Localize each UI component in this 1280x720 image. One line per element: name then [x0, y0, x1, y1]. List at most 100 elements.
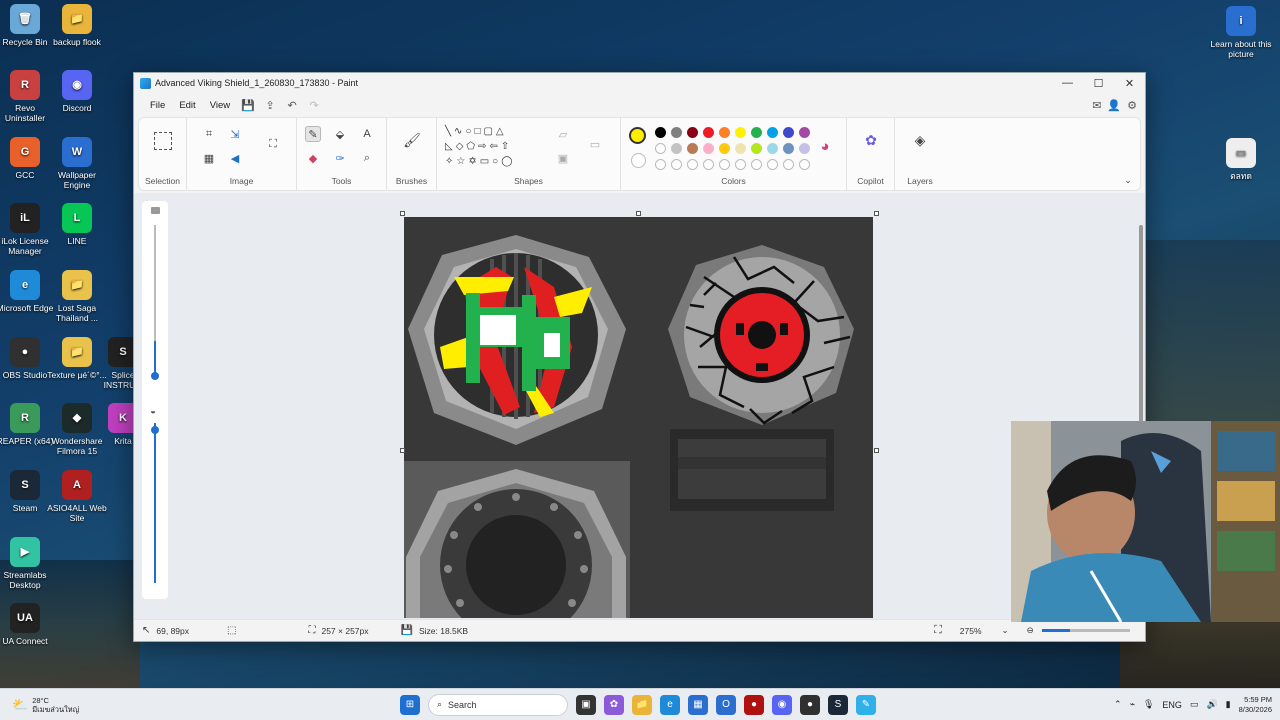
menu-file[interactable]: File — [143, 97, 172, 114]
chevron-up-icon[interactable]: ⌃ — [1114, 699, 1122, 710]
desktop-icon[interactable]: 📁 backup flook — [46, 4, 108, 47]
battery-icon[interactable]: ▮ — [1226, 699, 1231, 710]
color-swatch[interactable] — [687, 127, 698, 138]
color-swatch[interactable] — [719, 127, 730, 138]
color-swatch[interactable] — [671, 127, 682, 138]
color-swatch[interactable] — [719, 143, 730, 154]
share-icon[interactable]: ⇪ — [259, 99, 281, 112]
desktop-icon[interactable]: 📁 Lost Saga Thailand ... — [46, 270, 108, 323]
task-view-icon[interactable]: ▣ — [576, 694, 596, 715]
select-icon[interactable] — [154, 132, 172, 150]
copilot-taskbar-icon[interactable]: ✿ — [604, 694, 624, 715]
color-swatch[interactable] — [783, 127, 794, 138]
color-swatch[interactable] — [703, 127, 714, 138]
desktop-icon[interactable]: A ASIO4ALL Web Site — [46, 470, 108, 523]
edit-colors-icon[interactable]: ◕ — [817, 138, 833, 155]
shape-style-icon[interactable]: ▭ — [587, 136, 603, 152]
scrollbar-thumb[interactable] — [1139, 225, 1143, 425]
zoom-dropdown-icon[interactable]: ⌄ — [1002, 625, 1009, 636]
zoom-slider[interactable] — [1041, 629, 1130, 632]
color-swatch[interactable] — [767, 127, 778, 138]
clock[interactable]: 5:59 PM 8/30/2026 — [1239, 695, 1272, 715]
resize-handle[interactable] — [636, 211, 641, 216]
menu-edit[interactable]: Edit — [172, 97, 202, 114]
opacity-slider-track[interactable] — [154, 423, 156, 583]
resize-handle[interactable] — [874, 448, 879, 453]
secondary-color-swatch[interactable] — [631, 153, 646, 168]
chevron-down-icon[interactable]: ⌄ — [1120, 172, 1136, 188]
color-swatch[interactable] — [783, 143, 794, 154]
resize-handle[interactable] — [400, 211, 405, 216]
size-slider-thumb[interactable] — [151, 372, 159, 380]
desktop-icon[interactable]: W Wallpaper Engine — [46, 137, 108, 190]
resize-handle[interactable] — [400, 448, 405, 453]
fit-to-window-icon[interactable]: ⛶ — [934, 624, 942, 637]
color-swatch[interactable] — [703, 143, 714, 154]
weather-widget[interactable]: ⛅ 28°C มีเมฆส่วนใหญ่ — [12, 696, 79, 714]
custom-color-slot[interactable] — [687, 159, 698, 170]
opacity-slider-thumb[interactable] — [151, 426, 159, 434]
network-icon[interactable]: ⌁ — [1130, 699, 1135, 710]
custom-color-slot[interactable] — [719, 159, 730, 170]
learn-about-picture-icon[interactable]: i Learn about this picture — [1210, 6, 1272, 59]
eraser-icon[interactable]: ◆ — [305, 150, 321, 166]
text-icon[interactable]: A — [359, 126, 375, 142]
color-swatch[interactable] — [687, 143, 698, 154]
custom-color-slot[interactable] — [671, 159, 682, 170]
menu-view[interactable]: View — [203, 97, 237, 114]
custom-color-slot[interactable] — [735, 159, 746, 170]
color-swatch[interactable] — [767, 143, 778, 154]
color-swatch[interactable] — [735, 143, 746, 154]
undo-icon[interactable]: ↶ — [281, 99, 303, 112]
custom-color-slot[interactable] — [751, 159, 762, 170]
minimize-button[interactable]: — — [1052, 73, 1083, 93]
account-icon[interactable]: 👤 — [1107, 99, 1121, 112]
desktop-icon[interactable]: L LINE — [46, 203, 108, 246]
color-swatch[interactable] — [751, 143, 762, 154]
custom-color-slot[interactable] — [703, 159, 714, 170]
brush-icon[interactable]: 🖌 — [403, 132, 421, 148]
zoom-out-icon[interactable]: ⊖ — [1027, 625, 1034, 636]
paint-taskbar-icon[interactable]: ✎ — [856, 694, 876, 715]
fill-icon[interactable]: ⬙ — [332, 126, 348, 142]
app-red-icon[interactable]: ● — [744, 694, 764, 715]
desktop-icon[interactable]: UA UA Connect — [0, 603, 56, 646]
start-button[interactable]: ⊞ — [400, 694, 420, 715]
volume-icon[interactable]: 🔊 — [1206, 699, 1217, 710]
color-picker-icon[interactable]: ✑ — [332, 150, 348, 166]
resize-icon[interactable]: ⇲ — [227, 126, 243, 142]
custom-color-slot[interactable] — [767, 159, 778, 170]
custom-color-slot[interactable] — [799, 159, 810, 170]
color-swatch[interactable] — [799, 143, 810, 154]
image-creator-icon[interactable]: ⛶ — [265, 136, 281, 152]
color-swatch[interactable] — [799, 127, 810, 138]
obs-taskbar-icon[interactable]: ● — [800, 694, 820, 715]
rotate-icon[interactable]: ◀ — [227, 150, 243, 166]
redo-icon[interactable]: ↷ — [303, 99, 325, 112]
settings-icon[interactable]: ⚙ — [1127, 99, 1137, 112]
crop-icon[interactable]: ⌗ — [201, 126, 217, 142]
feedback-icon[interactable]: ✉ — [1092, 99, 1101, 112]
copilot-icon[interactable]: ✿ — [863, 132, 879, 148]
zoom-level[interactable]: 275% — [960, 626, 982, 636]
desktop-icon[interactable]: ▶ Streamlabs Desktop — [0, 537, 56, 590]
language-indicator[interactable]: ENG — [1162, 700, 1182, 710]
remove-background-icon[interactable]: ▦ — [201, 150, 217, 166]
color-swatch[interactable] — [655, 127, 666, 138]
color-swatch[interactable] — [735, 127, 746, 138]
custom-color-slot[interactable] — [783, 159, 794, 170]
custom-color-slot[interactable] — [655, 159, 666, 170]
color-swatch[interactable] — [751, 127, 762, 138]
file-explorer-icon[interactable]: 📁 — [632, 694, 652, 715]
maximize-button[interactable]: ☐ — [1083, 73, 1114, 93]
magnifier-icon[interactable]: ⌕ — [359, 150, 375, 166]
mic-icon[interactable]: 🎙 — [1143, 699, 1154, 710]
layers-icon[interactable]: ◈ — [912, 132, 928, 148]
steam-taskbar-icon[interactable]: S — [828, 694, 848, 715]
color-swatch[interactable] — [671, 143, 682, 154]
close-button[interactable]: ✕ — [1114, 73, 1145, 93]
taskbar-search[interactable]: ⌕ Search — [428, 693, 568, 716]
pencil-icon[interactable]: ✎ — [305, 126, 321, 142]
color-swatch[interactable] — [655, 143, 666, 154]
edge-icon[interactable]: e — [660, 694, 680, 715]
